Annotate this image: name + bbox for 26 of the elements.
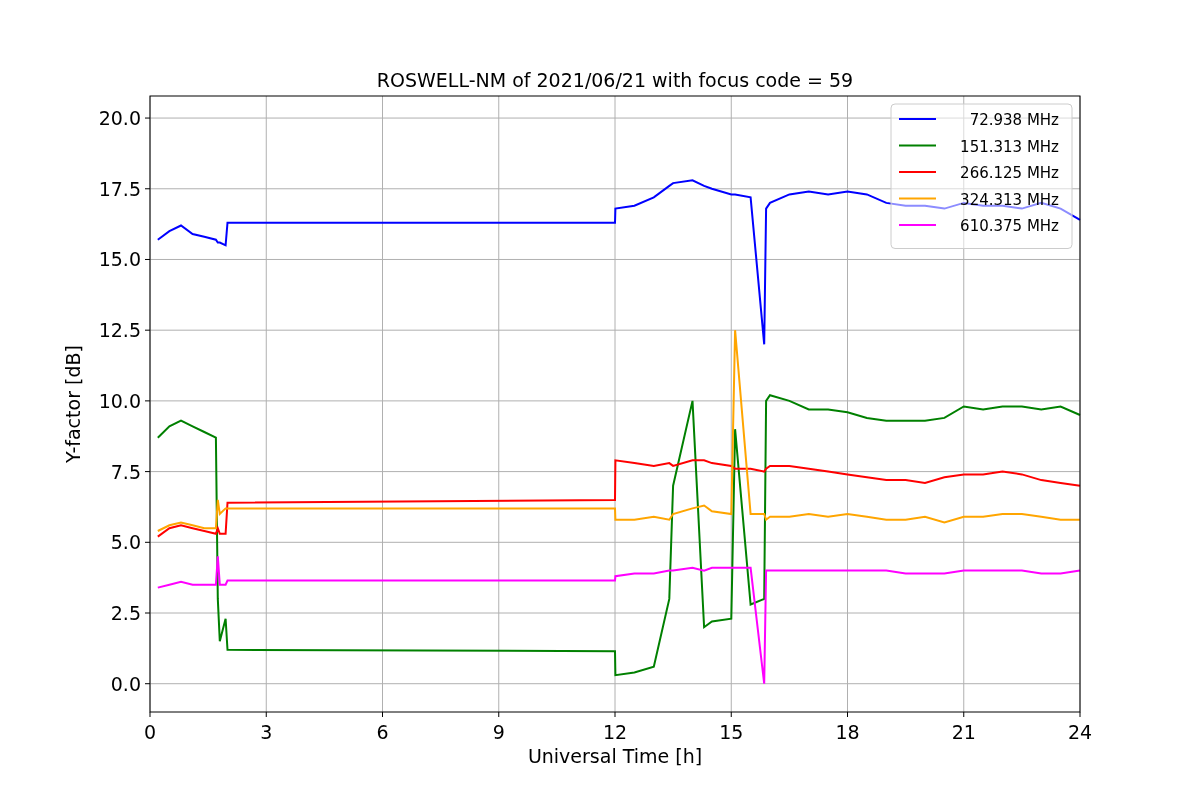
x-tick-label: 9 <box>492 721 505 743</box>
y-tick-label: 15.0 <box>98 248 141 271</box>
x-tick-label: 21 <box>951 721 976 743</box>
y-tick-label: 2.5 <box>110 602 141 624</box>
y-tick-label: 12.5 <box>98 319 141 342</box>
y-tick-label: 5.0 <box>110 531 141 554</box>
y-tick-label: 10.0 <box>98 389 141 412</box>
x-tick-label: 6 <box>376 721 389 743</box>
x-tick-label: 24 <box>1067 721 1093 743</box>
legend-label: 324.313 MHz <box>960 190 1059 209</box>
y-tick-label: 17.5 <box>98 177 141 200</box>
chart-title: ROSWELL-NM of 2021/06/21 with focus code = 59 <box>376 69 854 91</box>
legend-label: 72.938 MHz <box>969 111 1059 129</box>
legend-label: 610.375 MHz <box>960 217 1059 235</box>
y-tick-label: 20.0 <box>98 107 141 130</box>
x-axis-label: Universal Time [h] <box>527 745 703 767</box>
legend-label: 266.125 MHz <box>960 164 1059 182</box>
y-tick-label: 7.5 <box>110 460 141 483</box>
x-tick-label: 15 <box>719 721 744 743</box>
y-tick-label: 0.0 <box>110 672 141 695</box>
y-axis-label: Y-factor [dB] <box>62 345 84 463</box>
x-tick-label: 0 <box>143 721 157 743</box>
x-tick-label: 3 <box>260 721 273 743</box>
x-tick-label: 18 <box>835 721 860 743</box>
legend-label: 151.313 MHz <box>960 137 1059 156</box>
x-tick-label: 12 <box>602 721 628 743</box>
